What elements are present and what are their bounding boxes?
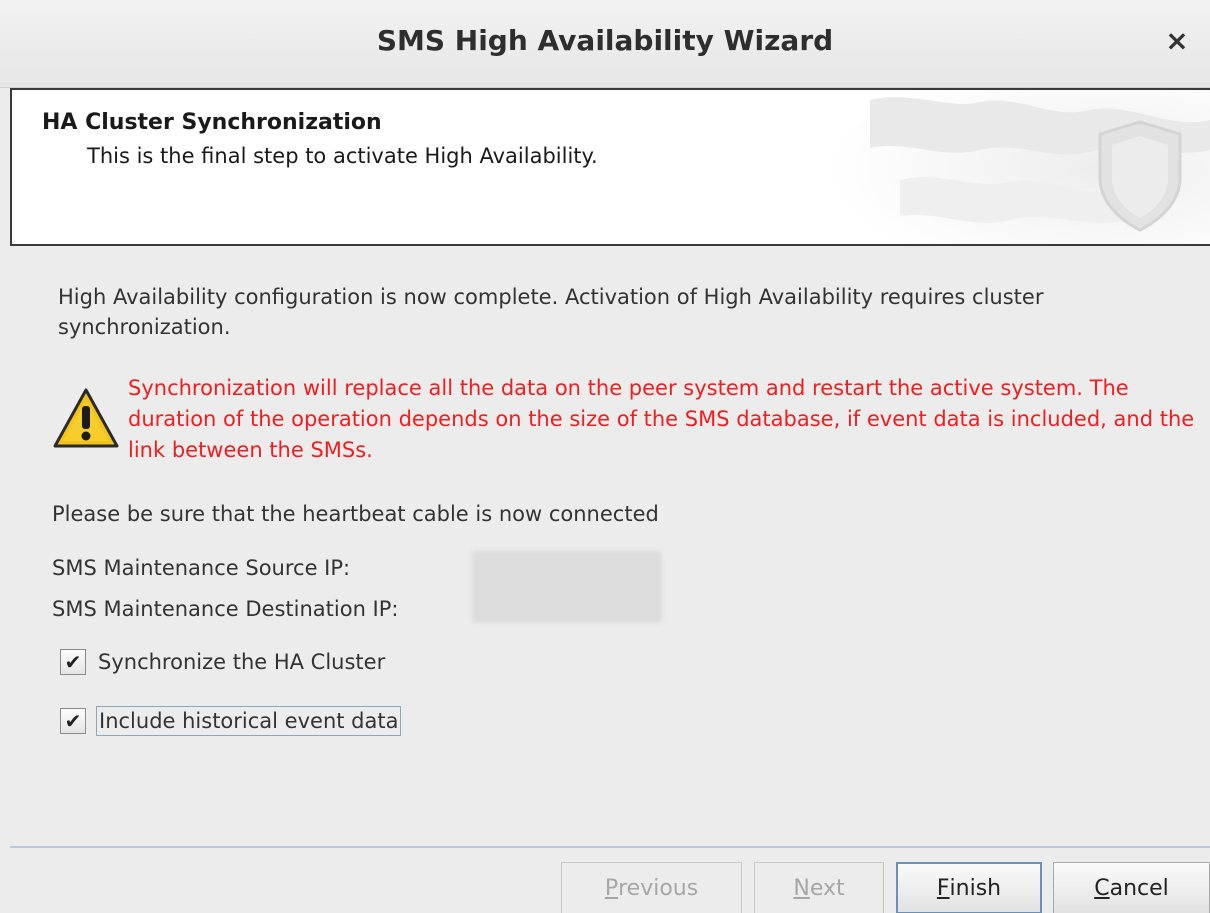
heartbeat-note: Please be sure that the heartbeat cable …: [52, 502, 659, 526]
source-ip-label: SMS Maintenance Source IP:: [52, 556, 351, 580]
finish-button[interactable]: Finish: [896, 862, 1042, 913]
title-bar: SMS High Availability Wizard ×: [0, 0, 1210, 88]
include-history-label[interactable]: Include historical event data: [96, 706, 402, 736]
warning-message: Synchronization will replace all the dat…: [128, 376, 1195, 462]
sync-cluster-option[interactable]: ✔ Synchronize the HA Cluster: [60, 648, 387, 676]
redacted-ip-values: [472, 551, 662, 623]
step-subheading: This is the final step to activate High …: [87, 144, 598, 168]
include-history-option[interactable]: ✔ Include historical event data: [60, 706, 402, 736]
include-history-checkbox[interactable]: ✔: [60, 708, 86, 734]
step-heading: HA Cluster Synchronization: [42, 110, 382, 135]
step-content: High Availability configuration is now c…: [10, 246, 1210, 846]
destination-ip-label: SMS Maintenance Destination IP:: [52, 597, 399, 621]
close-icon[interactable]: ×: [1162, 26, 1192, 56]
window-title: SMS High Availability Wizard: [376, 24, 834, 57]
wizard-window: SMS High Availability Wizard × HA Cluste…: [0, 0, 1210, 913]
sync-cluster-checkbox[interactable]: ✔: [60, 649, 86, 675]
next-button[interactable]: Next: [754, 862, 884, 913]
footer-separator: [10, 846, 1210, 848]
globe-shield-icon: [830, 90, 1210, 244]
sync-cluster-label[interactable]: Synchronize the HA Cluster: [96, 648, 387, 676]
cancel-button[interactable]: Cancel: [1053, 862, 1210, 913]
previous-button[interactable]: Previous: [561, 862, 742, 913]
warning-triangle-icon: [53, 388, 119, 448]
intro-text: High Availability configuration is now c…: [58, 285, 1044, 339]
step-header: HA Cluster Synchronization This is the f…: [10, 88, 1210, 246]
